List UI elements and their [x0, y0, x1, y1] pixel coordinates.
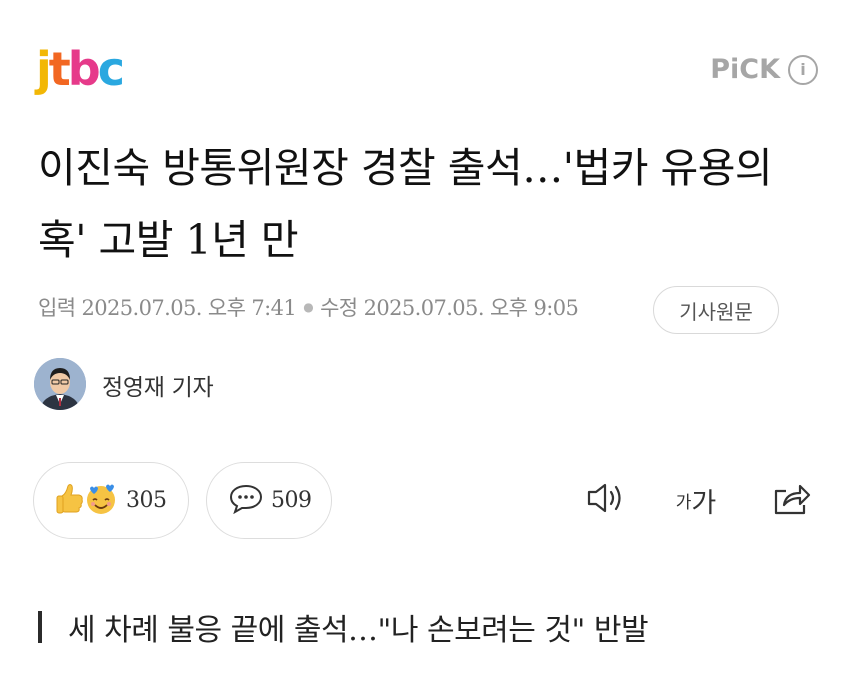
logo-letter-b: b: [67, 42, 101, 96]
heart-eyes-face-icon: [84, 482, 118, 520]
info-icon[interactable]: i: [788, 54, 818, 85]
logo-letter-t: t: [48, 42, 71, 96]
logo-letter-c: c: [97, 42, 125, 96]
subheading-text: 세 차례 불응 끝에 출석…"나 손보려는 것" 반발: [68, 613, 649, 648]
thumbs-up-icon: [56, 482, 84, 520]
pick-badge[interactable]: PiCK i: [710, 54, 818, 85]
input-date: 입력 2025.07.05. 오후 7:41: [38, 296, 297, 320]
comment-icon: [229, 484, 263, 518]
share-button[interactable]: [768, 478, 816, 522]
audio-button[interactable]: [583, 478, 631, 522]
modified-date: 수정 2025.07.05. 오후 9:05: [320, 296, 579, 320]
article-subheading: 세 차례 불응 끝에 출석…"나 손보려는 것" 반발: [38, 605, 649, 649]
share-icon: [772, 479, 812, 521]
article-dates: 입력 2025.07.05. 오후 7:41 ● 수정 2025.07.05. …: [38, 292, 579, 322]
comment-count: 509: [271, 488, 312, 513]
logo-letter-j: j: [36, 42, 52, 96]
font-size-button[interactable]: 가 가: [668, 478, 724, 522]
jtbc-logo[interactable]: j t b c: [36, 42, 125, 96]
article-page: j t b c PiCK i 이진숙 방통위원장 경찰 출석…'법카 유용의혹'…: [0, 0, 850, 692]
font-size-small-label: 가: [675, 492, 692, 513]
comment-button[interactable]: 509: [206, 462, 332, 539]
pick-label: PiCK: [710, 54, 780, 85]
date-separator: ●: [303, 300, 314, 314]
speaker-icon: [585, 480, 629, 520]
article-headline: 이진숙 방통위원장 경찰 출석…'법카 유용의혹' 고발 1년 만: [38, 144, 773, 264]
original-article-button[interactable]: 기사원문: [653, 286, 779, 334]
reaction-count: 305: [126, 488, 167, 513]
subheading-bar: [38, 611, 42, 643]
font-size-big-label: 가: [691, 487, 717, 519]
reporter-name[interactable]: 정영재 기자: [102, 368, 214, 402]
reaction-button[interactable]: 305: [33, 462, 189, 539]
reporter-avatar[interactable]: [34, 358, 86, 410]
